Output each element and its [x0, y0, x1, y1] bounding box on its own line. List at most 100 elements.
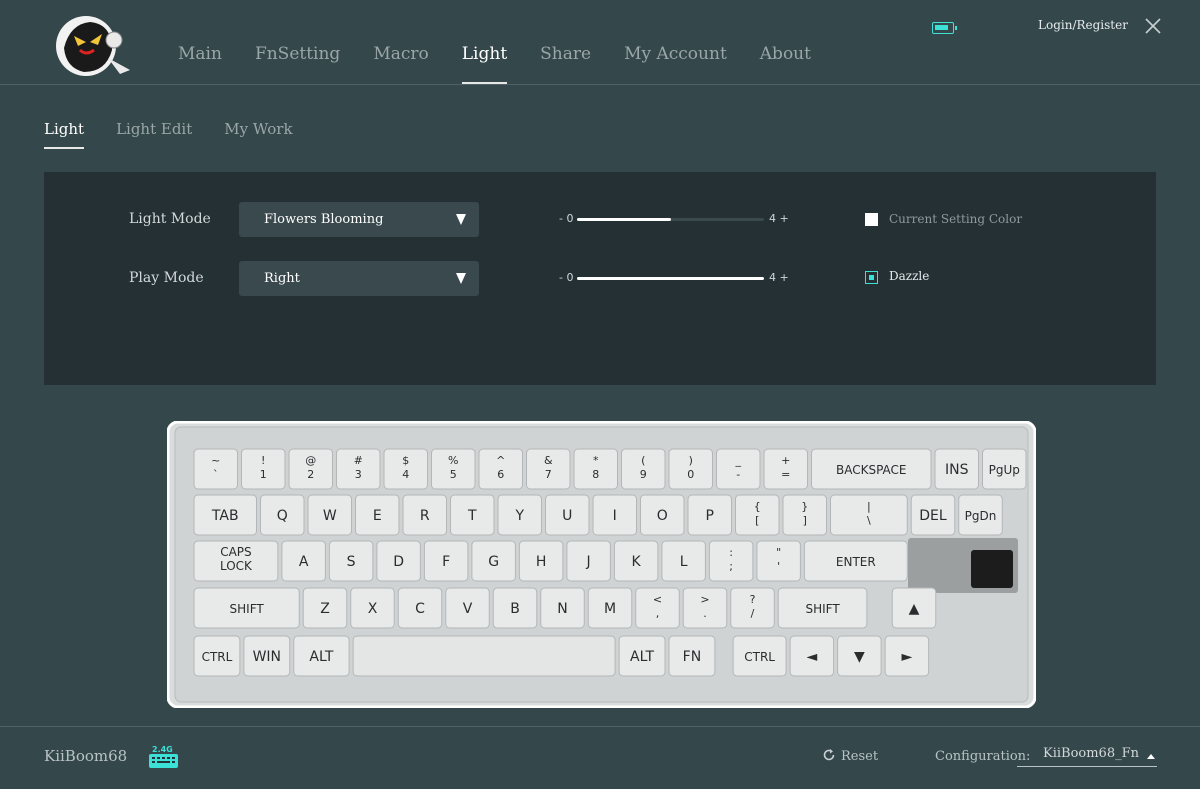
key-label: CAPS	[220, 545, 251, 559]
key-label: F	[442, 554, 450, 570]
battery-icon	[932, 22, 957, 34]
play-mode-select[interactable]: Right	[239, 261, 479, 296]
key-label: J	[586, 554, 591, 570]
tab-light-edit[interactable]: Light Edit	[116, 120, 192, 150]
key-label: I	[613, 508, 617, 524]
key-label: ◄	[806, 649, 817, 665]
refresh-icon	[823, 749, 835, 761]
key-label: ]	[803, 514, 807, 527]
key-label: :	[729, 546, 733, 559]
key-label: >	[700, 593, 709, 606]
nav-light[interactable]: Light	[461, 44, 508, 84]
key-label: )	[689, 454, 693, 467]
key-label: ?	[750, 593, 756, 606]
tab-my-work[interactable]: My Work	[224, 120, 292, 150]
light-mode-select[interactable]: Flowers Blooming	[239, 202, 479, 237]
brightness-slider[interactable]: - 0 4 +	[559, 212, 799, 226]
key-label: Q	[277, 508, 288, 524]
key-label: CTRL	[202, 650, 233, 664]
key-label: '	[777, 560, 780, 573]
key-label: R	[420, 508, 430, 524]
key-label: U	[562, 508, 572, 524]
top-bar: Main FnSetting Macro Light Share My Acco…	[0, 0, 1200, 85]
configuration-value: KiiBoom68_Fn	[1043, 746, 1139, 761]
brightness-fill	[577, 218, 671, 221]
current-color-label: Current Setting Color	[889, 212, 1023, 226]
key-label: `	[213, 468, 219, 481]
key-label: "	[776, 546, 781, 559]
key-label: 2	[307, 468, 314, 481]
key-label: 4	[402, 468, 409, 481]
spacebar-key[interactable]	[352, 635, 616, 677]
key-label: ►	[901, 649, 912, 665]
reset-button[interactable]: Reset	[822, 748, 878, 764]
key-label: /	[751, 607, 755, 620]
key-label: %	[448, 454, 458, 467]
speed-slider[interactable]: - 0 4 +	[559, 271, 799, 285]
key-label: X	[368, 601, 378, 617]
key-label: E	[373, 508, 382, 524]
nav-share[interactable]: Share	[540, 44, 591, 84]
device-name: KiiBoom68	[44, 747, 128, 765]
key-label: D	[393, 554, 404, 570]
key-label: ALT	[309, 649, 333, 665]
key-label: INS	[945, 462, 969, 478]
key-label: Z	[320, 601, 330, 617]
nav-main[interactable]: Main	[178, 44, 222, 84]
key-label: |	[867, 500, 871, 513]
key-label: SHIFT	[805, 602, 840, 616]
brightness-track[interactable]	[577, 218, 764, 221]
nav-my-account[interactable]: My Account	[624, 44, 727, 84]
reset-label: Reset	[841, 749, 879, 764]
speed-track[interactable]	[577, 277, 764, 280]
light-mode-label: Light Mode	[129, 211, 211, 227]
brand-logo	[56, 16, 130, 76]
key-label: ,	[656, 607, 660, 620]
key-label: PgUp	[989, 463, 1020, 477]
speed-fill	[577, 277, 764, 280]
key-label: W	[323, 508, 337, 524]
key-label: #	[354, 454, 363, 467]
caret-up-icon	[1147, 754, 1155, 759]
key-label: BACKSPACE	[836, 463, 907, 477]
key-label: +	[781, 454, 790, 467]
key-label: -	[736, 468, 740, 481]
key-label: N	[557, 601, 567, 617]
nav-about[interactable]: About	[760, 44, 811, 84]
key-label: [	[755, 514, 759, 527]
dongle-label: 2.4G	[152, 745, 173, 754]
configuration-select[interactable]: KiiBoom68_Fn	[1017, 742, 1157, 767]
tab-light[interactable]: Light	[44, 120, 85, 150]
key-label: B	[510, 601, 520, 617]
key-label: 9	[640, 468, 647, 481]
key-label: WIN	[253, 649, 281, 665]
key-label: $	[402, 454, 409, 467]
key-label: ENTER	[836, 555, 876, 569]
current-color-swatch[interactable]	[865, 213, 878, 226]
key-label: FN	[683, 649, 702, 665]
key-label: 7	[545, 468, 552, 481]
key-label: ▼	[854, 649, 865, 665]
key-label: 8	[592, 468, 599, 481]
key-label: 3	[355, 468, 362, 481]
nav-fnsetting[interactable]: FnSetting	[255, 44, 340, 84]
key-label: ▲	[909, 601, 920, 617]
key-label: <	[653, 593, 662, 606]
nav-macro[interactable]: Macro	[373, 44, 428, 84]
dazzle-checkbox[interactable]	[865, 271, 878, 284]
key-label: @	[305, 454, 316, 467]
main-nav: Main FnSetting Macro Light Share My Acco…	[178, 44, 844, 84]
key-label: K	[632, 554, 642, 570]
key-label: _	[735, 454, 742, 467]
key-label: 5	[450, 468, 457, 481]
login-register-link[interactable]: Login/Register	[1038, 18, 1128, 32]
brightness-min-label: - 0	[559, 212, 574, 225]
light-mode-value: Flowers Blooming	[264, 212, 384, 227]
key-label: SHIFT	[230, 602, 265, 616]
sub-tabs: Light Light Edit My Work	[44, 120, 325, 150]
knob-icon[interactable]	[971, 550, 1013, 588]
close-icon[interactable]	[1143, 16, 1163, 36]
speed-max-label: 4 +	[769, 271, 789, 284]
key-label: (	[641, 454, 645, 467]
key-label: L	[680, 554, 688, 570]
